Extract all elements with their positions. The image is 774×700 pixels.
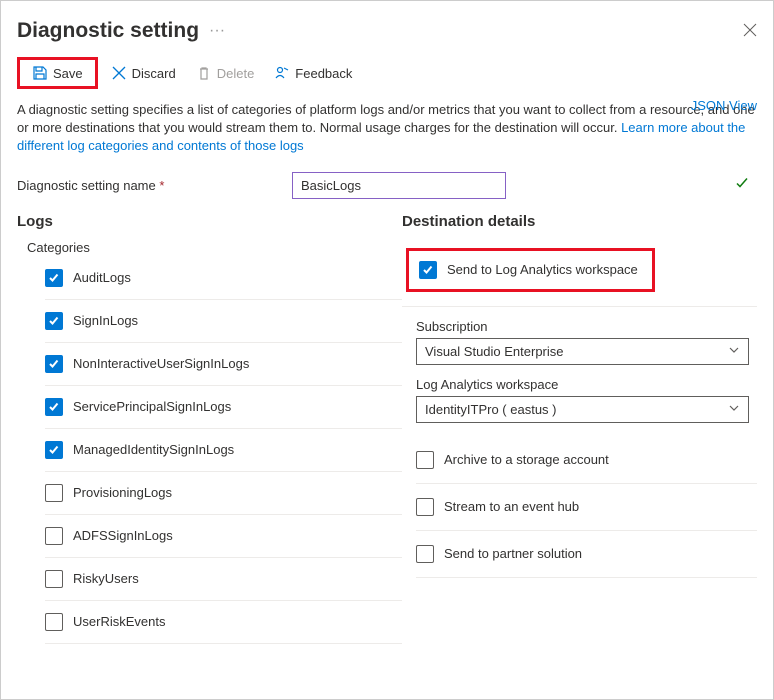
json-view-link[interactable]: JSON View (691, 97, 757, 115)
feedback-label: Feedback (295, 66, 352, 81)
category-label: AuditLogs (73, 270, 131, 285)
description: JSON View A diagnostic setting specifies… (1, 97, 773, 160)
discard-icon (111, 65, 127, 81)
name-label: Diagnostic setting name * (17, 178, 292, 193)
category-checkbox[interactable] (45, 570, 63, 588)
stream-row[interactable]: Stream to an event hub (416, 484, 757, 531)
category-label: NonInteractiveUserSignInLogs (73, 356, 249, 371)
category-row[interactable]: ServicePrincipalSignInLogs (45, 386, 402, 429)
more-icon[interactable]: ··· (209, 22, 225, 40)
category-row[interactable]: AuditLogs (45, 263, 402, 300)
archive-checkbox[interactable] (416, 451, 434, 469)
category-checkbox[interactable] (45, 269, 63, 287)
category-checkbox[interactable] (45, 613, 63, 631)
category-label: ProvisioningLogs (73, 485, 172, 500)
feedback-button[interactable]: Feedback (267, 62, 359, 84)
category-checkbox[interactable] (45, 312, 63, 330)
delete-label: Delete (217, 66, 255, 81)
panel-header: Diagnostic setting ··· (1, 1, 773, 47)
category-row[interactable]: ADFSSignInLogs (45, 515, 402, 558)
feedback-icon (274, 65, 290, 81)
name-input[interactable] (292, 172, 506, 199)
category-row[interactable]: ManagedIdentitySignInLogs (45, 429, 402, 472)
category-checkbox[interactable] (45, 441, 63, 459)
close-icon[interactable] (743, 21, 757, 42)
stream-checkbox[interactable] (416, 498, 434, 516)
category-label: ServicePrincipalSignInLogs (73, 399, 231, 414)
workspace-label: Log Analytics workspace (416, 377, 757, 392)
subscription-select[interactable]: Visual Studio Enterprise (416, 338, 749, 365)
delete-button: Delete (189, 62, 262, 84)
logs-title: Logs (17, 213, 402, 230)
categories-title: Categories (27, 240, 402, 255)
delete-icon (196, 65, 212, 81)
send-law-row: Send to Log Analytics workspace (402, 240, 757, 307)
category-row[interactable]: SignInLogs (45, 300, 402, 343)
send-law-highlight: Send to Log Analytics workspace (406, 248, 655, 292)
archive-label: Archive to a storage account (444, 452, 609, 467)
save-highlight: Save (17, 57, 98, 89)
stream-label: Stream to an event hub (444, 499, 579, 514)
category-row[interactable]: UserRiskEvents (45, 601, 402, 644)
destination-column: Destination details Send to Log Analytic… (402, 213, 757, 644)
name-field-row: Diagnostic setting name * (1, 160, 773, 207)
category-checkbox[interactable] (45, 398, 63, 416)
destination-title: Destination details (402, 213, 757, 230)
category-label: SignInLogs (73, 313, 138, 328)
page-title: Diagnostic setting (17, 19, 199, 43)
category-checkbox[interactable] (45, 355, 63, 373)
category-checkbox[interactable] (45, 527, 63, 545)
save-label: Save (53, 66, 83, 81)
send-law-label: Send to Log Analytics workspace (447, 262, 638, 277)
partner-checkbox[interactable] (416, 545, 434, 563)
chevron-down-icon (728, 344, 740, 359)
discard-label: Discard (132, 66, 176, 81)
save-button[interactable]: Save (25, 62, 90, 84)
subscription-value: Visual Studio Enterprise (425, 344, 564, 359)
category-label: UserRiskEvents (73, 614, 165, 629)
chevron-down-icon (728, 402, 740, 417)
category-row[interactable]: RiskyUsers (45, 558, 402, 601)
partner-row[interactable]: Send to partner solution (416, 531, 757, 578)
logs-column: Logs Categories AuditLogs SignInLogs NonIn… (17, 213, 402, 644)
subscription-label: Subscription (416, 319, 757, 334)
partner-label: Send to partner solution (444, 546, 582, 561)
archive-row[interactable]: Archive to a storage account (416, 437, 757, 484)
category-label: ADFSSignInLogs (73, 528, 173, 543)
save-icon (32, 65, 48, 81)
required-asterisk: * (159, 178, 164, 193)
category-row[interactable]: NonInteractiveUserSignInLogs (45, 343, 402, 386)
category-label: ManagedIdentitySignInLogs (73, 442, 234, 457)
category-row[interactable]: ProvisioningLogs (45, 472, 402, 515)
category-checkbox[interactable] (45, 484, 63, 502)
discard-button[interactable]: Discard (104, 62, 183, 84)
category-label: RiskyUsers (73, 571, 139, 586)
workspace-value: IdentityITPro ( eastus ) (425, 402, 557, 417)
workspace-select[interactable]: IdentityITPro ( eastus ) (416, 396, 749, 423)
toolbar: Save Discard Delete Feedback (1, 47, 773, 97)
send-law-checkbox[interactable] (419, 261, 437, 279)
check-icon (735, 177, 749, 194)
